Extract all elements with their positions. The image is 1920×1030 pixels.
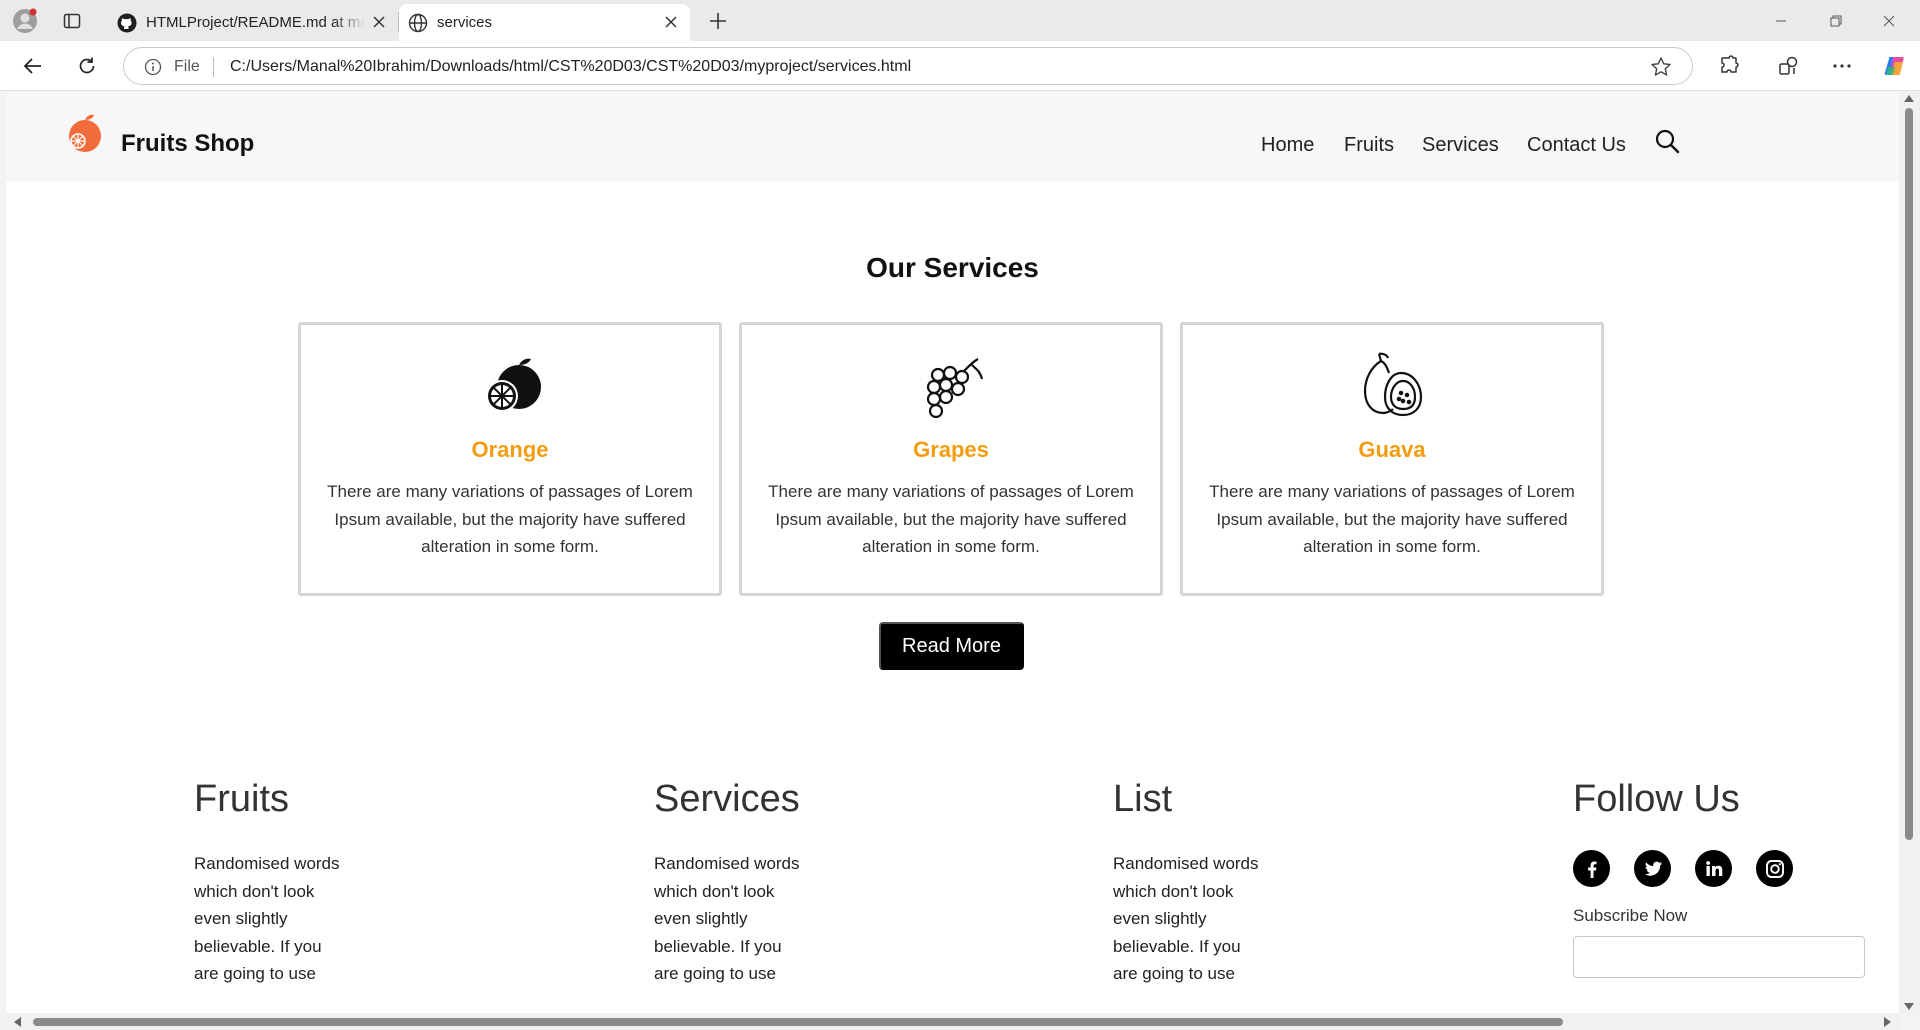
- nav-fruits[interactable]: Fruits: [1344, 134, 1394, 157]
- nav-services[interactable]: Services: [1422, 134, 1499, 157]
- github-icon: [117, 13, 137, 33]
- brand-name[interactable]: Fruits Shop: [121, 130, 254, 158]
- card-title: Guava: [1358, 437, 1426, 462]
- card-title: Orange: [471, 437, 549, 462]
- footer-column-list: List Randomised words which don't look e…: [1113, 778, 1373, 983]
- page-viewport: Fruits Shop Home Fruits Services Contact…: [6, 92, 1899, 1013]
- scroll-right-icon[interactable]: [1884, 1017, 1891, 1027]
- subscribe-label: Subscribe Now: [1573, 906, 1688, 925]
- footer-heading: Fruits: [194, 778, 289, 820]
- orange-logo-icon[interactable]: [64, 112, 106, 154]
- card-text: There are many variations of passages of…: [1209, 482, 1575, 556]
- scroll-left-icon[interactable]: [14, 1017, 21, 1027]
- card-title: Grapes: [913, 437, 989, 462]
- facebook-icon[interactable]: [1573, 850, 1610, 887]
- new-tab-button[interactable]: [704, 7, 732, 35]
- read-more-button[interactable]: Read More: [879, 622, 1024, 670]
- orange-icon: [475, 349, 547, 421]
- back-button[interactable]: [17, 50, 49, 82]
- nav-home[interactable]: Home: [1261, 134, 1314, 157]
- scroll-up-icon[interactable]: [1904, 95, 1914, 102]
- grapes-icon: [916, 349, 988, 421]
- card-text: There are many variations of passages of…: [768, 482, 1134, 556]
- tab-title: services: [437, 14, 493, 31]
- footer-heading: List: [1113, 778, 1173, 820]
- section-title: Our Services: [866, 252, 1039, 283]
- footer-text: Randomised words which don't look even s…: [654, 854, 800, 983]
- close-tab-icon[interactable]: [370, 13, 388, 31]
- footer-heading: Follow Us: [1573, 778, 1740, 820]
- address-divider: [213, 57, 214, 77]
- tab-github-readme[interactable]: HTMLProject/README.md at main: [108, 4, 398, 41]
- horizontal-scrollbar[interactable]: [6, 1013, 1899, 1030]
- linkedin-icon[interactable]: [1695, 850, 1732, 887]
- browser-essentials-icon[interactable]: [1774, 52, 1802, 80]
- favorite-star-icon[interactable]: [1650, 56, 1672, 78]
- address-bar[interactable]: File C:/Users/Manal%20Ibrahim/Downloads/…: [123, 47, 1693, 85]
- reload-button[interactable]: [71, 50, 103, 82]
- site-header: Fruits Shop Home Fruits Services Contact…: [6, 92, 1899, 181]
- service-card-orange: Orange There are many variations of pass…: [298, 322, 722, 596]
- scroll-down-icon[interactable]: [1904, 1003, 1914, 1010]
- restore-button[interactable]: [1813, 6, 1859, 36]
- extensions-icon[interactable]: [1715, 52, 1743, 80]
- tab-actions-icon[interactable]: [59, 8, 85, 34]
- instagram-icon[interactable]: [1756, 850, 1793, 887]
- footer-column-fruits: Fruits Randomised words which don't look…: [194, 778, 454, 983]
- info-icon[interactable]: [144, 58, 162, 76]
- footer-text: Randomised words which don't look even s…: [194, 854, 340, 983]
- vertical-scrollbar[interactable]: [1899, 92, 1920, 1013]
- service-card-grapes: Grapes There are many variations of pass…: [739, 322, 1163, 596]
- footer-column-services: Services Randomised words which don't lo…: [654, 778, 914, 983]
- card-text: There are many variations of passages of…: [327, 482, 693, 556]
- browser-toolbar: File C:/Users/Manal%20Ibrahim/Downloads/…: [0, 41, 1920, 91]
- url-text[interactable]: C:/Users/Manal%20Ibrahim/Downloads/html/…: [230, 58, 911, 76]
- browser-tab-bar: HTMLProject/README.md at main services: [0, 0, 1920, 41]
- footer-text: Randomised words which don't look even s…: [1113, 854, 1259, 983]
- globe-icon: [408, 13, 428, 33]
- profile-icon[interactable]: [12, 8, 38, 34]
- horizontal-scroll-thumb[interactable]: [33, 1018, 1563, 1026]
- copilot-icon[interactable]: [1881, 52, 1909, 80]
- social-links: [1573, 850, 1793, 887]
- close-window-button[interactable]: [1866, 6, 1912, 36]
- tab-services[interactable]: services: [399, 4, 690, 41]
- vertical-scroll-thumb[interactable]: [1905, 108, 1913, 840]
- minimize-button[interactable]: [1758, 6, 1804, 36]
- close-tab-icon[interactable]: [662, 13, 680, 31]
- service-card-guava: Guava There are many variations of passa…: [1180, 322, 1604, 596]
- search-icon[interactable]: [1654, 128, 1680, 154]
- subscribe-input[interactable]: [1573, 936, 1865, 978]
- footer-column-follow: Follow Us Subscribe Now: [1573, 778, 1883, 978]
- footer-heading: Services: [654, 778, 800, 820]
- guava-icon: [1357, 349, 1429, 421]
- twitter-icon[interactable]: [1634, 850, 1671, 887]
- more-options-icon[interactable]: [1828, 52, 1856, 80]
- nav-contact-us[interactable]: Contact Us: [1527, 134, 1626, 157]
- tab-title: HTMLProject/README.md at main: [146, 14, 366, 31]
- url-scheme: File: [174, 58, 200, 75]
